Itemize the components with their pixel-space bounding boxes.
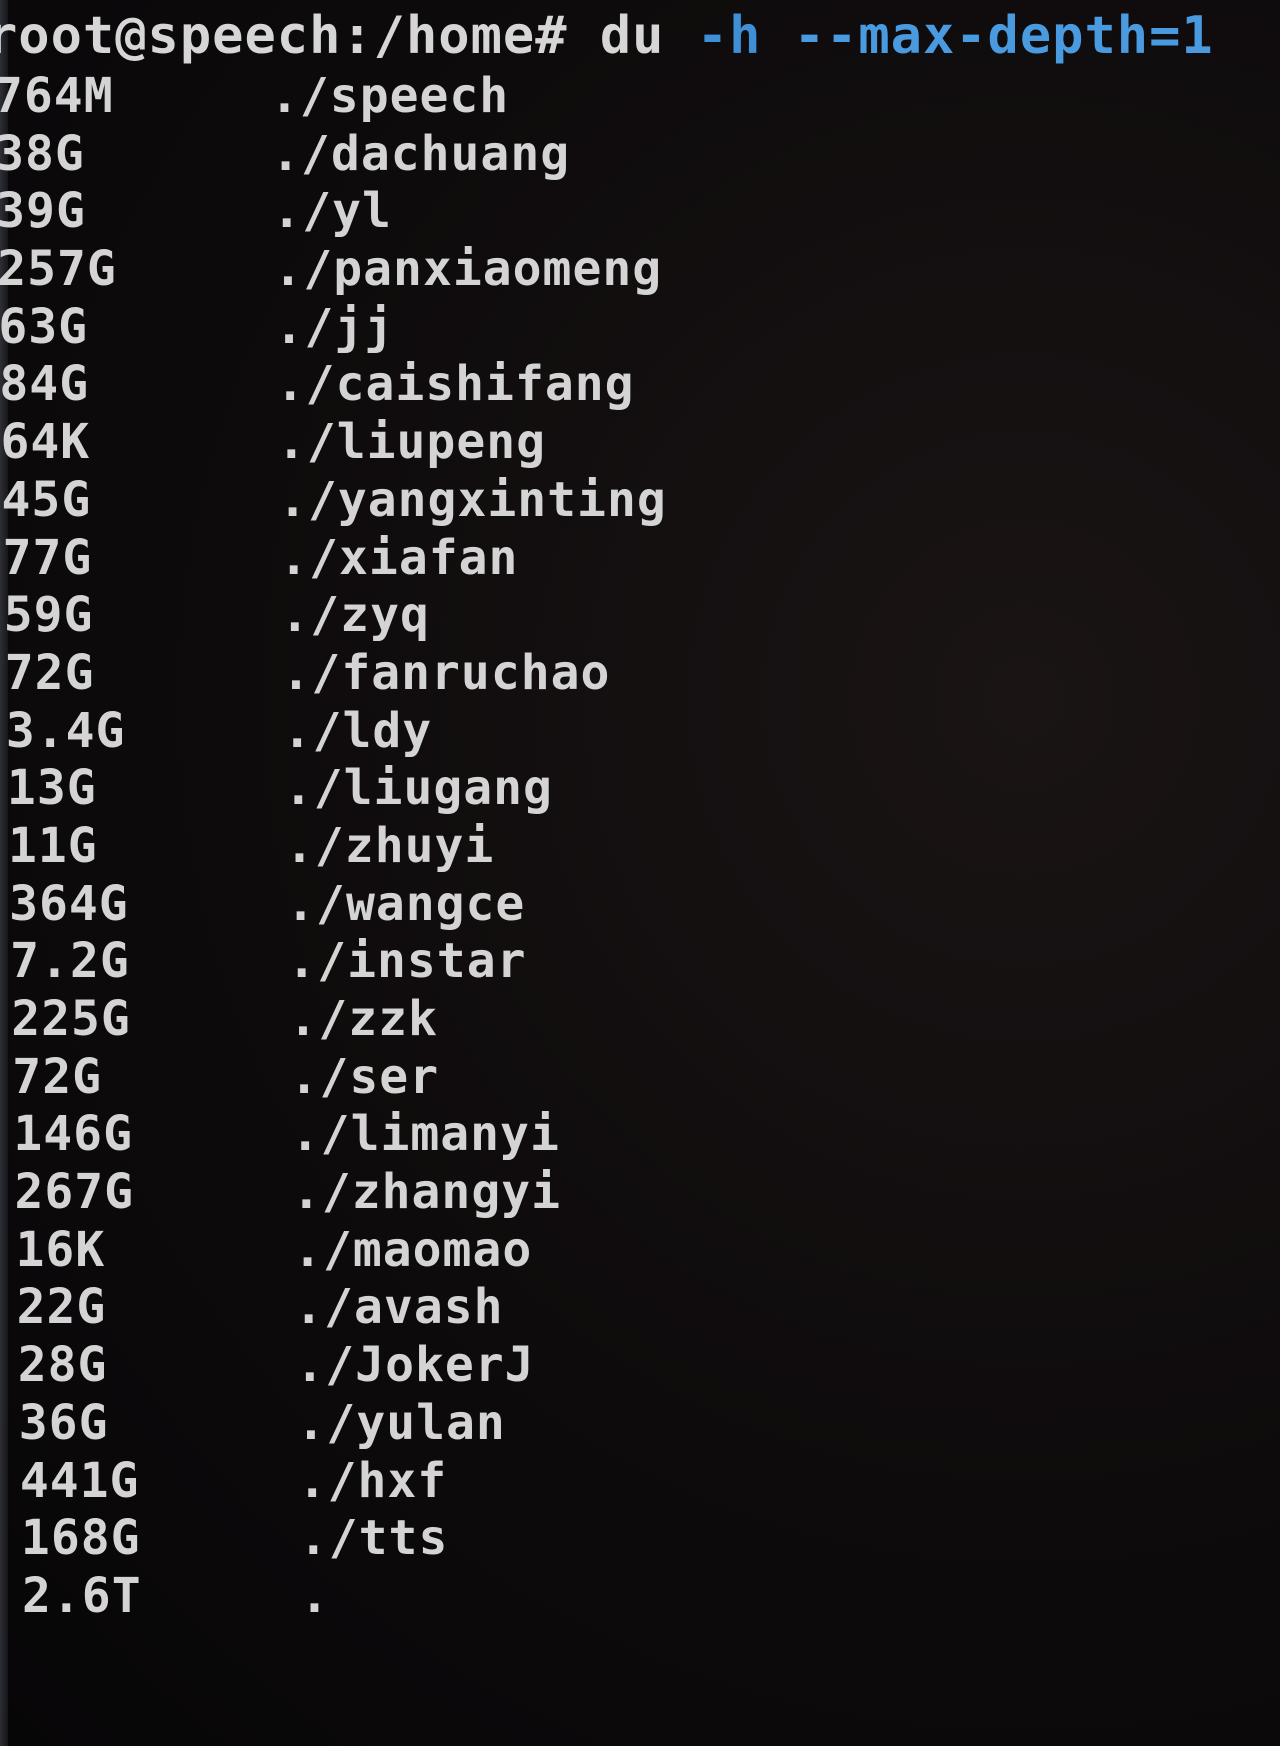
du-row: 39G ./yl xyxy=(0,183,1000,241)
command-arg-human: -h xyxy=(696,6,762,66)
prompt: root@speech:/home# xyxy=(0,6,568,66)
du-path: ./instar xyxy=(287,933,527,990)
du-row: 64K ./liupeng xyxy=(0,414,1000,472)
du-size: 441G xyxy=(19,1452,140,1509)
du-size: 72G xyxy=(12,1048,102,1105)
du-row: 13G ./liugang xyxy=(0,760,1000,818)
du-row: 45G ./yangxinting xyxy=(0,472,1000,530)
du-size: 11G xyxy=(8,817,98,874)
du-row: 257G ./panxiaomeng xyxy=(0,241,1000,299)
du-row: 364G ./wangce xyxy=(0,876,1000,934)
du-path: ./yangxinting xyxy=(278,471,667,528)
du-path: ./JokerJ xyxy=(295,1337,535,1394)
du-path: ./ldy xyxy=(282,702,433,759)
du-size: 225G xyxy=(11,991,131,1047)
du-row: 72G ./ser xyxy=(0,1049,1000,1107)
du-row: 77G ./xiafan xyxy=(0,530,1000,588)
du-path: ./jj xyxy=(274,298,395,355)
du-size: 257G xyxy=(0,241,117,298)
du-path: . xyxy=(300,1567,330,1624)
du-size: 28G xyxy=(17,1337,108,1394)
du-size: 7.2G xyxy=(10,933,130,990)
du-path: ./zyq xyxy=(280,587,430,644)
du-size: 13G xyxy=(6,760,97,817)
du-path: ./hxf xyxy=(297,1452,448,1509)
du-path: ./zhuyi xyxy=(285,817,495,874)
du-path: ./zhangyi xyxy=(291,1164,562,1221)
du-size: 38G xyxy=(0,125,85,182)
du-size: 39G xyxy=(0,183,86,240)
du-path: ./ser xyxy=(289,1048,440,1105)
du-size: 146G xyxy=(13,1106,133,1163)
du-row: 72G ./fanruchao xyxy=(0,645,1000,703)
du-path: ./yl xyxy=(272,183,392,240)
du-row: 59G ./zyq xyxy=(0,587,1000,645)
terminal-window[interactable]: root@speech:/home# du -h --max-depth=1 7… xyxy=(0,0,1280,1746)
du-size: 64K xyxy=(0,414,91,471)
du-output: 764M ./speech 38G ./dachuang 39G ./yl 257G ./pa… xyxy=(0,68,1000,1626)
du-size: 364G xyxy=(9,875,129,932)
du-size: 45G xyxy=(1,471,92,528)
du-size: 2.6T xyxy=(22,1567,142,1624)
next-prompt-fragment xyxy=(300,1718,620,1746)
du-path: ./liugang xyxy=(283,760,553,817)
du-row: 225G ./zzk xyxy=(0,991,1000,1049)
du-size: 764M xyxy=(0,68,114,124)
du-path: ./xiafan xyxy=(279,529,519,586)
du-size: 22G xyxy=(16,1279,107,1336)
du-path: ./speech xyxy=(270,68,510,124)
du-row: 84G ./caishifang xyxy=(0,356,1000,414)
command-line: root@speech:/home# du -h --max-depth=1 xyxy=(0,4,1214,68)
du-row: 146G ./limanyi xyxy=(0,1106,1000,1164)
du-row: 28G ./JokerJ xyxy=(0,1337,1000,1395)
du-row: 63G ./jj xyxy=(0,299,1000,357)
du-path: ./maomao xyxy=(293,1221,533,1278)
du-path: ./dachuang xyxy=(271,125,571,182)
command-name: du xyxy=(599,6,665,66)
du-size: 72G xyxy=(4,644,95,701)
du-row: 16K ./maomao xyxy=(0,1222,1000,1280)
du-row: 267G ./zhangyi xyxy=(0,1164,1000,1222)
du-size: 84G xyxy=(0,356,90,413)
du-row: 441G ./hxf xyxy=(0,1453,1000,1511)
du-size: 267G xyxy=(14,1164,135,1221)
du-path: ./fanruchao xyxy=(281,644,611,701)
du-path: ./avash xyxy=(294,1279,504,1336)
du-size: 3.4G xyxy=(5,702,126,759)
du-row: 7.2G ./instar xyxy=(0,933,1000,991)
command-arg-depth: --max-depth=1 xyxy=(793,6,1214,66)
du-row: 3.4G ./ldy xyxy=(0,703,1000,761)
du-path: ./liupeng xyxy=(276,414,547,471)
du-size: 59G xyxy=(3,587,94,644)
du-path: ./tts xyxy=(298,1510,449,1567)
du-path: ./wangce xyxy=(286,875,526,932)
du-row: 11G ./zhuyi xyxy=(0,818,1000,876)
du-size: 168G xyxy=(20,1510,141,1567)
du-path: ./panxiaomeng xyxy=(273,241,663,298)
du-row: 764M ./speech xyxy=(0,68,1000,126)
du-path: ./limanyi xyxy=(290,1106,560,1163)
du-path: ./yulan xyxy=(296,1394,506,1451)
du-size: 16K xyxy=(15,1221,106,1278)
du-size: 77G xyxy=(2,529,93,586)
du-path: ./caishifang xyxy=(275,356,635,413)
du-row: 2.6T. xyxy=(0,1568,1000,1626)
du-row: 168G ./tts xyxy=(0,1510,1000,1568)
du-row: 38G ./dachuang xyxy=(0,126,1000,184)
du-row: 22G ./avash xyxy=(0,1279,1000,1337)
du-path: ./zzk xyxy=(288,991,438,1047)
du-size: 63G xyxy=(0,298,89,355)
du-size: 36G xyxy=(18,1394,109,1451)
du-row: 36G ./yulan xyxy=(0,1395,1000,1453)
